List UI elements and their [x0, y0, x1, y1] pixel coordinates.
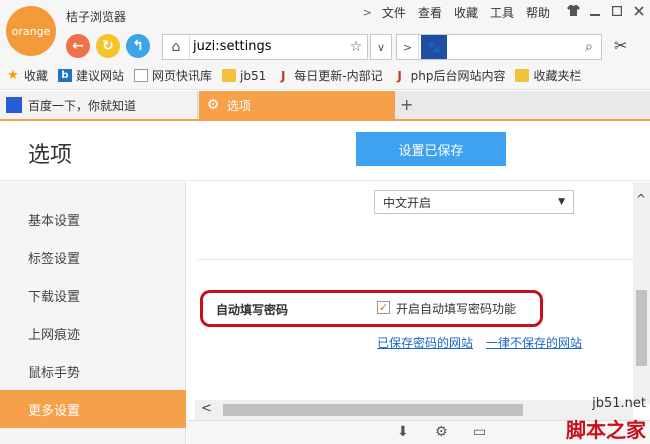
autofill-checkbox-label[interactable]: 开启自动填写密码功能	[396, 300, 516, 317]
chevron-right-icon: >	[402, 40, 413, 54]
page-title: 选项	[28, 143, 73, 168]
address-home-icon[interactable]: ⌂	[163, 39, 189, 55]
url-input[interactable]: juzi:settings	[189, 35, 345, 59]
title-bar: orange 桔子浏览器 ← ↻ ↰ > 文件 查看 收藏 工具 帮助 ⌂ ju…	[0, 0, 650, 62]
tab-label: 百度一下，你就知道	[28, 98, 137, 113]
watermark-logo: 脚本之家	[566, 418, 646, 442]
scroll-up-icon[interactable]: ^	[636, 192, 646, 206]
tab-bar: 🐾 百度一下，你就知道 ⚙ 选项 +	[0, 91, 650, 121]
folder-icon	[515, 69, 530, 82]
bookmark-label: jb51	[240, 68, 267, 83]
logo-text: orange	[11, 24, 51, 38]
address-bar[interactable]: ⌂ juzi:settings ☆	[162, 34, 368, 60]
bookmark-jb51[interactable]: jb51	[222, 69, 266, 83]
never-save-link[interactable]: 一律不保存的网站	[486, 334, 582, 351]
dropdown-arrow-icon: ▼	[558, 197, 565, 207]
sidebar-item-mouse-gestures[interactable]: 鼠标手势	[0, 352, 186, 390]
bookmark-label: 每日更新-内部记	[294, 69, 383, 83]
settings-icon: ⚙	[206, 97, 220, 113]
search-icon[interactable]: ⌕	[585, 39, 593, 55]
app-logo[interactable]: orange	[6, 6, 56, 56]
settings-header: 选项 设置已保存	[0, 123, 650, 181]
bookmark-label: 收藏夹栏	[533, 69, 582, 83]
search-engine-icon[interactable]: 🐾	[421, 35, 447, 59]
minimize-icon[interactable]	[584, 5, 606, 19]
tab-label: 选项	[227, 98, 252, 113]
tab-baidu[interactable]: 🐾 百度一下，你就知道	[0, 91, 198, 119]
refresh-button[interactable]: ↻	[96, 34, 120, 58]
home-button[interactable]: ↰	[126, 34, 150, 58]
bookmark-suggested-sites[interactable]: b 建议网站	[58, 67, 124, 84]
scissors-icon[interactable]: ✂	[614, 36, 627, 55]
menu-tools[interactable]: 工具	[490, 4, 514, 21]
shirt-icon[interactable]	[562, 5, 584, 19]
sidebar-item-tabs[interactable]: 标签设置	[0, 238, 186, 276]
bookmark-label: 网页快讯库	[152, 69, 213, 83]
maximize-icon[interactable]	[606, 5, 628, 19]
settings-sidebar: 基本设置 标签设置 下载设置 上网痕迹 鼠标手势 更多设置	[0, 182, 186, 444]
bookmark-label: 收藏	[24, 69, 49, 83]
menu-favorites[interactable]: 收藏	[454, 4, 478, 21]
baidu-icon: 🐾	[6, 97, 22, 113]
watermark-url: jb51.net	[592, 396, 646, 411]
menu-view[interactable]: 查看	[418, 4, 442, 21]
menu-bar: > 文件 查看 收藏 工具 帮助	[363, 4, 650, 20]
download-icon[interactable]: ⬇	[397, 424, 409, 440]
jb-icon: J	[397, 68, 402, 83]
close-icon[interactable]	[628, 5, 650, 19]
star-icon: ★	[7, 68, 19, 83]
menu-expand-icon[interactable]: >	[363, 6, 372, 19]
bookmark-daily-updates[interactable]: J 每日更新-内部记	[276, 67, 383, 84]
back-arrow-icon: ←	[72, 38, 84, 54]
scroll-left-icon[interactable]: <	[201, 401, 212, 416]
language-select[interactable]: 中文开启 ▼	[374, 190, 574, 214]
bing-icon: b	[58, 69, 73, 82]
refresh-icon: ↻	[102, 38, 114, 54]
tab-settings[interactable]: ⚙ 选项	[199, 91, 395, 119]
vertical-scroll-thumb[interactable]	[636, 290, 647, 366]
home-return-icon: ↰	[132, 38, 144, 54]
settings-icon[interactable]: ⚙	[435, 424, 448, 440]
menu-file[interactable]: 文件	[382, 4, 406, 21]
section-divider	[197, 259, 633, 260]
address-dropdown-button[interactable]: ∨	[370, 34, 392, 60]
sidebar-item-more[interactable]: 更多设置	[0, 390, 186, 428]
bookmark-label: php后台网站内容	[410, 69, 506, 83]
jb-icon: J	[281, 68, 286, 83]
saved-passwords-link[interactable]: 已保存密码的网站	[377, 334, 473, 351]
bookmark-web-slices[interactable]: 网页快讯库	[134, 67, 212, 84]
new-tab-button[interactable]: +	[400, 95, 413, 114]
autofill-section-label: 自动填写密码	[216, 303, 289, 317]
app-name: 桔子浏览器	[66, 10, 127, 24]
horizontal-scroll-thumb[interactable]	[223, 404, 523, 416]
chevron-down-icon: ∨	[376, 40, 386, 54]
back-button[interactable]: ←	[66, 34, 90, 58]
bookmark-php-admin[interactable]: Jphp后台网站内容	[393, 67, 506, 84]
vertical-scrollbar[interactable]: ^	[633, 182, 650, 404]
menu-help[interactable]: 帮助	[526, 4, 550, 21]
window-icon[interactable]: ▭	[473, 424, 486, 440]
search-box[interactable]: > 🐾 ⌕	[396, 34, 602, 60]
sidebar-item-downloads[interactable]: 下载设置	[0, 276, 186, 314]
page-icon	[134, 69, 149, 82]
select-value: 中文开启	[383, 195, 432, 210]
autofill-checkbox[interactable]: ✓	[377, 301, 390, 314]
bookmark-favorites-bar[interactable]: 收藏夹栏	[515, 67, 581, 84]
forward-button[interactable]: >	[397, 35, 419, 59]
bookmarks-bar: ★ 收藏 b 建议网站 网页快讯库 jb51 J 每日更新-内部记 Jphp后台网站内…	[0, 62, 650, 90]
sidebar-item-basic[interactable]: 基本设置	[0, 200, 186, 238]
settings-saved-button[interactable]: 设置已保存	[356, 132, 506, 166]
sidebar-item-history[interactable]: 上网痕迹	[0, 314, 186, 352]
bookmark-label: 建议网站	[76, 69, 125, 83]
folder-icon	[222, 69, 237, 82]
check-icon: ✓	[378, 301, 389, 314]
bookmark-favorites[interactable]: ★ 收藏	[6, 67, 48, 84]
bookmark-star-icon[interactable]: ☆	[345, 39, 367, 55]
